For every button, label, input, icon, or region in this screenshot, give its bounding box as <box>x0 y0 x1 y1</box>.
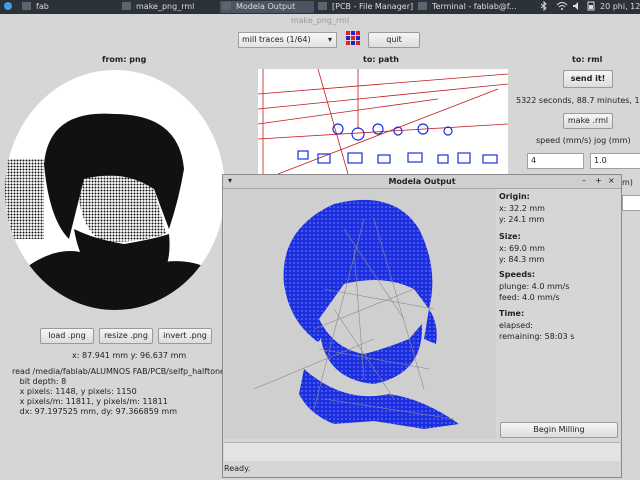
origin-x: x: 32.2 mm <box>499 204 545 213</box>
remaining-time: remaining: 58:03 s <box>499 332 575 341</box>
cursor-coords: x: 87.941 mm y: 96.637 mm <box>72 351 187 360</box>
minimize-icon[interactable]: – <box>582 176 586 185</box>
wifi-icon[interactable] <box>556 1 568 13</box>
speed-label: speed (mm/s) <box>536 136 592 145</box>
close-icon[interactable]: × <box>608 176 615 185</box>
begin-milling-button[interactable]: Begin Milling <box>500 422 618 438</box>
send-it-button[interactable]: send it! <box>563 70 613 88</box>
terminal-icon <box>418 2 427 10</box>
time-title: Time: <box>499 309 525 318</box>
invert-png-button[interactable]: invert .png <box>158 328 212 344</box>
size-y: y: 84.3 mm <box>499 255 545 264</box>
info-line: bit depth: 8 <box>12 377 67 386</box>
maximize-icon[interactable]: + <box>595 176 602 185</box>
png-preview <box>4 69 226 311</box>
origin-title: Origin: <box>499 192 530 201</box>
chevron-down-icon: ▾ <box>327 35 332 44</box>
taskbar-item-terminal[interactable]: Terminal - fablab@f... <box>418 1 528 13</box>
taskbar-item-file-manager[interactable]: [PCB - File Manager] <box>318 1 413 13</box>
mode-dropdown[interactable]: mill traces (1/64) ▾ <box>238 32 337 48</box>
resize-png-button[interactable]: resize .png <box>99 328 153 344</box>
partial-input[interactable] <box>622 195 640 211</box>
partial-label: m) <box>622 178 633 187</box>
time-estimate: 5322 seconds, 88.7 minutes, 1.48 h <box>516 96 640 105</box>
plunge-speed: plunge: 4.0 mm/s <box>499 282 570 291</box>
info-line: read /media/fablab/ALUMNOS FAB/PCB/selfp… <box>12 367 233 376</box>
clock[interactable]: 20 phi, 12:4 <box>600 1 640 13</box>
palette-icon[interactable] <box>346 31 360 45</box>
taskbar-item-fab[interactable]: fab <box>22 1 112 13</box>
modela-output-window: ▾ Modela Output – + × Origin: x: 32.2 mm… <box>222 174 622 478</box>
feed-speed: feed: 4.0 mm/s <box>499 293 560 302</box>
folder-icon <box>318 2 327 10</box>
speed-input[interactable]: 4 <box>527 153 584 169</box>
speeds-title: Speeds: <box>499 270 536 279</box>
output-area <box>224 442 620 461</box>
bluetooth-icon[interactable] <box>540 1 550 13</box>
quit-button[interactable]: quit <box>368 32 420 48</box>
battery-icon[interactable] <box>586 1 596 13</box>
taskbar-item-make-png-rml[interactable]: make_png_rml <box>122 1 217 13</box>
jog-input[interactable]: 1.0 <box>590 153 640 169</box>
status-text: Ready. <box>224 464 251 473</box>
to-rml-header: to: rml <box>572 55 603 64</box>
to-path-header: to: path <box>363 55 399 64</box>
modela-title: Modela Output <box>388 177 456 186</box>
window-title: make_png_rml <box>290 16 350 25</box>
window-icon <box>122 2 131 10</box>
jog-label: jog (mm) <box>594 136 631 145</box>
origin-y: y: 24.1 mm <box>499 215 545 224</box>
from-png-header: from: png <box>102 55 147 64</box>
elapsed-time: elapsed: <box>499 321 533 330</box>
toolpath-canvas <box>224 189 496 439</box>
png-info: read /media/fablab/ALUMNOS FAB/PCB/selfp… <box>12 367 233 417</box>
make-rml-button[interactable]: make .rml <box>563 113 613 129</box>
taskbar-item-modela-output[interactable]: Modela Output <box>220 1 314 13</box>
taskbar: fab make_png_rml Modela Output [PCB - Fi… <box>0 0 640 14</box>
window-icon <box>22 2 31 10</box>
volume-icon[interactable] <box>572 1 582 13</box>
path-preview <box>258 69 508 174</box>
info-line: x pixels/m: 11811, y pixels/m: 11811 <box>12 397 168 406</box>
window-icon <box>222 2 231 10</box>
app-menu-icon[interactable] <box>3 1 13 13</box>
size-x: x: 69.0 mm <box>499 244 545 253</box>
modela-titlebar[interactable]: ▾ Modela Output – + × <box>223 175 621 189</box>
load-png-button[interactable]: load .png <box>40 328 94 344</box>
size-title: Size: <box>499 232 521 241</box>
info-line: dx: 97.197525 mm, dy: 97.366859 mm <box>12 407 178 416</box>
info-line: x pixels: 1148, y pixels: 1150 <box>12 387 137 396</box>
